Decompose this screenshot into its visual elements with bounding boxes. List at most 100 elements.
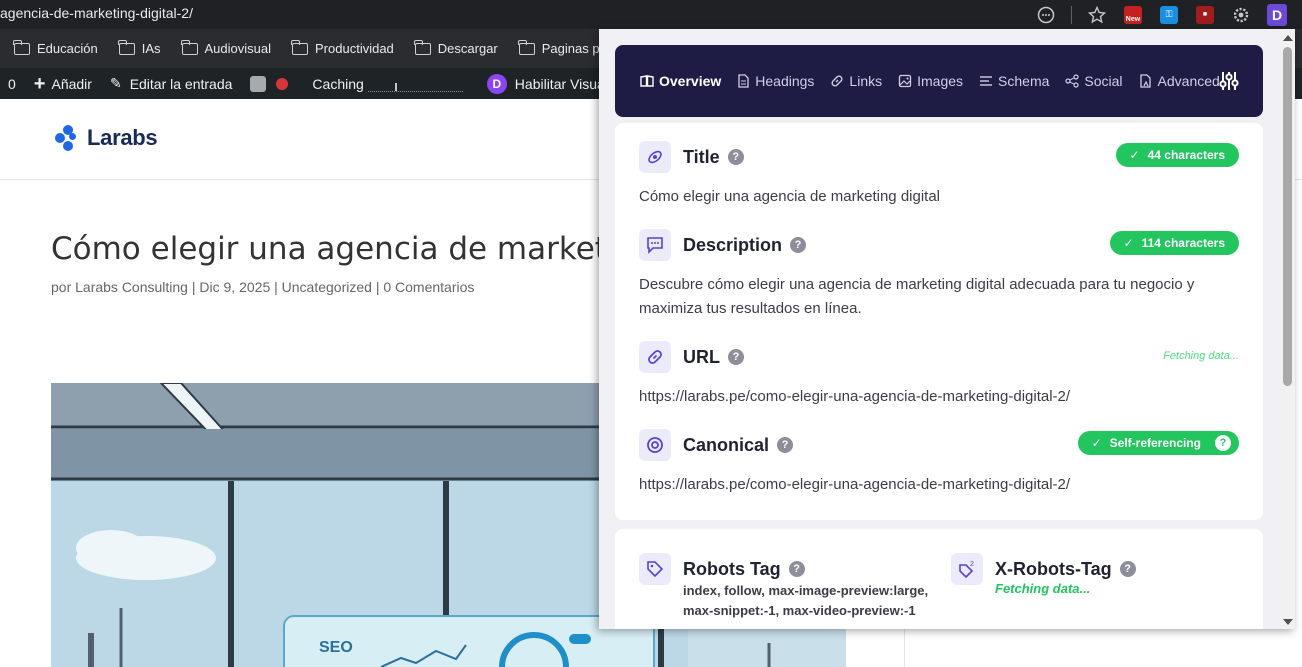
bookmark-folder[interactable]: Productividad bbox=[291, 39, 394, 56]
title-row: Title ? ✓ 44 characters Cómo elegir una a… bbox=[639, 141, 1239, 209]
help-icon[interactable]: ? bbox=[790, 237, 807, 253]
url-status: Fetching data... bbox=[1163, 350, 1239, 362]
link-icon bbox=[639, 341, 671, 373]
key-icon[interactable]: ⚿ bbox=[1158, 4, 1180, 26]
popup-tab-bar: Overview Headings Links Images Schema So… bbox=[615, 45, 1263, 117]
robots-tag-section: Robots Tag ? index, follow, max-image-pr… bbox=[639, 553, 929, 621]
tag-icon bbox=[639, 553, 671, 585]
recording-status[interactable] bbox=[276, 77, 300, 90]
folder-icon bbox=[13, 39, 30, 55]
plus-icon: + bbox=[33, 72, 46, 95]
robots-tag-label: Robots Tag bbox=[683, 558, 781, 579]
help-icon[interactable]: ? bbox=[728, 349, 744, 365]
help-icon[interactable]: ? bbox=[1119, 561, 1136, 577]
description-icon bbox=[639, 229, 671, 261]
advanced-icon bbox=[1139, 74, 1151, 88]
bookmark-folder[interactable]: IAs bbox=[118, 39, 161, 56]
pencil-icon: ✎ bbox=[109, 75, 122, 91]
scroll-thumb[interactable] bbox=[1283, 47, 1292, 386]
edit-post-button[interactable]: ✎ Editar la entrada bbox=[110, 75, 232, 92]
folder-icon bbox=[291, 39, 309, 55]
document-icon bbox=[738, 74, 749, 88]
title-length-badge: ✓ 44 characters bbox=[1115, 143, 1239, 167]
folder-icon bbox=[180, 39, 198, 55]
description-length-badge: ✓ 114 characters bbox=[1109, 231, 1239, 255]
divi-icon: D bbox=[486, 73, 507, 94]
red-dot-icon bbox=[276, 77, 289, 90]
url-value[interactable]: https://larabs.pe/como-elegir-una-agenci… bbox=[639, 385, 1239, 409]
scroll-up-arrow-icon[interactable] bbox=[1283, 35, 1293, 41]
canonical-value[interactable]: https://larabs.pe/como-elegir-una-agenci… bbox=[639, 473, 1239, 497]
yoast-menu[interactable] bbox=[250, 75, 276, 92]
logo-text: Larabs bbox=[87, 125, 158, 150]
tab-overview[interactable]: Overview bbox=[640, 73, 721, 89]
help-icon[interactable]: ? bbox=[1215, 435, 1231, 451]
extensions-icon[interactable] bbox=[1035, 4, 1057, 26]
target-icon bbox=[639, 429, 671, 461]
settings-sliders-icon[interactable] bbox=[1219, 71, 1239, 96]
activity-sparkline bbox=[367, 76, 463, 92]
post-meta: por Larabs Consulting | Dic 9, 2025 | Un… bbox=[51, 279, 475, 295]
book-icon bbox=[640, 75, 654, 87]
canonical-label: Canonical bbox=[683, 434, 770, 455]
gear-extension-icon[interactable] bbox=[1230, 4, 1252, 26]
overview-card: Title ? ✓ 44 characters Cómo elegir una a… bbox=[615, 123, 1263, 520]
tab-images[interactable]: Images bbox=[898, 73, 963, 89]
x-robots-tag-label: X-Robots-Tag bbox=[995, 558, 1112, 579]
image-icon bbox=[898, 74, 912, 88]
tab-advanced[interactable]: Advanced bbox=[1139, 73, 1220, 89]
category-link[interactable]: Uncategorized bbox=[282, 279, 372, 295]
url-label: URL bbox=[683, 346, 720, 367]
bookmark-folder[interactable]: Descargar bbox=[414, 39, 498, 56]
bookmark-folder[interactable]: Educación bbox=[13, 39, 98, 56]
popup-scrollbar[interactable] bbox=[1280, 29, 1295, 629]
tab-headings[interactable]: Headings bbox=[737, 73, 814, 89]
bookmark-star-icon[interactable] bbox=[1086, 4, 1108, 26]
post-date: Dic 9, 2025 bbox=[199, 279, 271, 295]
extensions-toolbar: New ⚿ ■ D bbox=[1035, 0, 1302, 29]
detailed-seo-icon[interactable]: D bbox=[1266, 3, 1288, 26]
robots-card: Robots Tag ? index, follow, max-image-pr… bbox=[615, 529, 1263, 629]
description-row: Description ? ✓ 114 characters Descubre c… bbox=[639, 229, 1239, 321]
comments-count[interactable]: 0 bbox=[8, 76, 16, 92]
robots-tag-value: index, follow, max-image-preview:large, … bbox=[683, 583, 929, 618]
canonical-badge: ✓ Self-referencing? bbox=[1077, 431, 1239, 455]
add-new-button[interactable]: + Añadir bbox=[34, 74, 92, 94]
title-label: Title bbox=[683, 146, 720, 167]
comments-link[interactable]: 0 Comentarios bbox=[383, 279, 474, 295]
new-badge-icon[interactable]: New bbox=[1122, 4, 1144, 26]
address-bar-url[interactable]: agencia-de-marketing-digital-2/ bbox=[0, 5, 193, 21]
url-row: URL ? Fetching data... https://larabs.pe… bbox=[639, 341, 1239, 409]
tag-squared-icon: 2 bbox=[951, 553, 983, 585]
folder-icon bbox=[118, 39, 135, 55]
browser-url-bar: agencia-de-marketing-digital-2/ New ⚿ ■ … bbox=[0, 0, 1302, 29]
title-icon bbox=[639, 141, 671, 173]
share-icon bbox=[1065, 74, 1079, 88]
author-link[interactable]: Larabs Consulting bbox=[75, 279, 188, 295]
title-value: Cómo elegir una agencia de marketing dig… bbox=[639, 188, 941, 205]
tab-schema[interactable]: Schema bbox=[979, 73, 1049, 89]
logo-icon bbox=[55, 125, 81, 151]
toolbar-separator bbox=[1071, 5, 1072, 24]
help-icon[interactable]: ? bbox=[777, 437, 794, 453]
divi-visual-builder[interactable]: D Habilitar Visua bbox=[486, 73, 605, 94]
help-icon[interactable]: ? bbox=[788, 561, 805, 577]
tab-links[interactable]: Links bbox=[830, 73, 882, 89]
yoast-icon bbox=[250, 75, 267, 92]
scroll-down-arrow-icon[interactable] bbox=[1283, 619, 1293, 625]
post-title: Cómo elegir una agencia de marketing d bbox=[51, 231, 685, 267]
hero-seo-label: SEO bbox=[319, 639, 353, 656]
bookmark-folder[interactable]: Audiovisual bbox=[180, 39, 271, 56]
link-icon bbox=[831, 75, 843, 87]
list-icon bbox=[980, 76, 993, 86]
canonical-row: Canonical ? ✓ Self-referencing? https://l… bbox=[639, 429, 1239, 497]
folder-icon bbox=[518, 39, 535, 55]
tab-social[interactable]: Social bbox=[1065, 73, 1123, 89]
svg-text:2: 2 bbox=[970, 561, 974, 568]
help-icon[interactable]: ? bbox=[727, 149, 744, 165]
caching-menu[interactable]: Caching bbox=[312, 76, 363, 92]
site-logo[interactable]: Larabs bbox=[55, 125, 158, 151]
ublock-icon[interactable]: ■ bbox=[1194, 4, 1216, 26]
folder-icon bbox=[414, 39, 431, 55]
description-value: Descubre cómo elegir una agencia de mark… bbox=[639, 276, 1195, 317]
